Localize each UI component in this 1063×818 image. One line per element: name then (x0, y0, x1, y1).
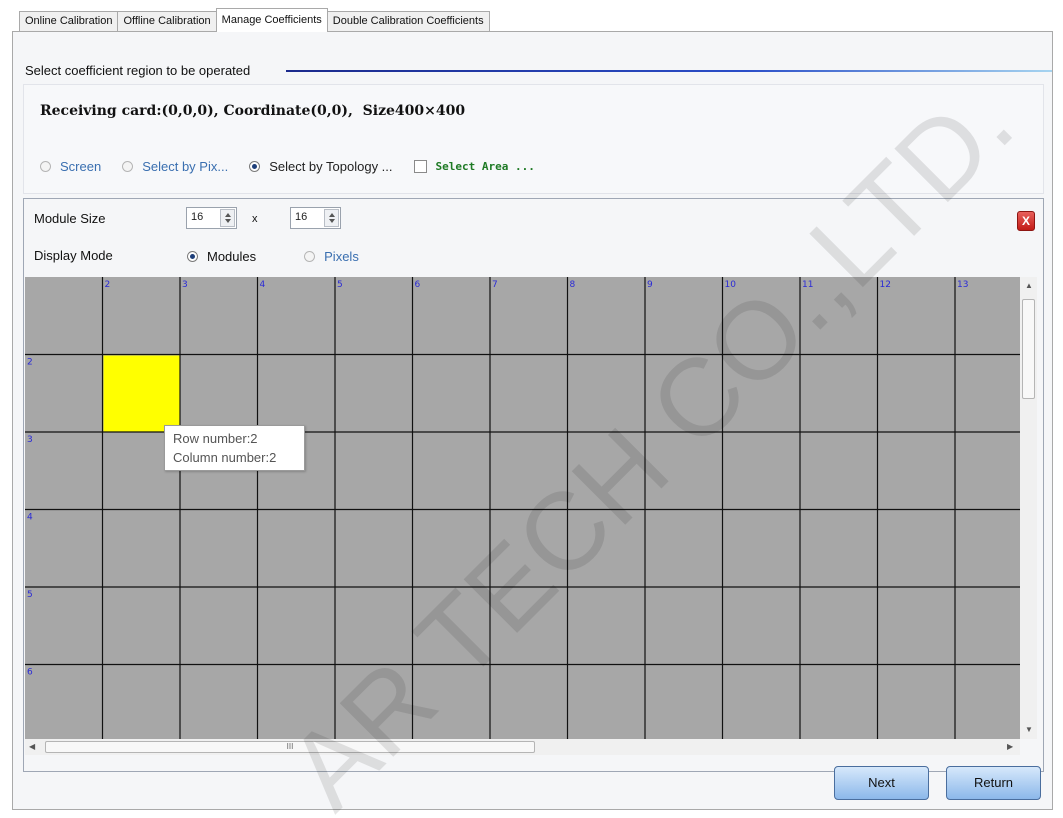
pixels-radio-label[interactable]: Pixels (324, 249, 359, 264)
column-number-label: 3 (182, 280, 188, 290)
select-by-topology-label[interactable]: Select by Topology ... (269, 159, 392, 174)
row-number-label: 2 (27, 358, 33, 368)
column-number-label: 11 (802, 280, 813, 290)
scroll-left-icon[interactable]: ◀ (29, 742, 35, 751)
next-button[interactable]: Next (834, 766, 929, 800)
module-height-spin-arrows[interactable] (324, 209, 339, 227)
return-button[interactable]: Return (946, 766, 1041, 800)
horizontal-scrollbar[interactable]: ◀ III ▶ (25, 739, 1020, 755)
column-number-label: 12 (880, 280, 891, 290)
tab-offline-calibration[interactable]: Offline Calibration (117, 11, 217, 32)
select-by-topology-radio[interactable] (249, 161, 261, 172)
column-number-label: 13 (957, 280, 968, 290)
select-area-checkbox[interactable] (413, 160, 427, 173)
module-height-value: 16 (295, 211, 308, 223)
tab-manage-coefficients[interactable]: Manage Coefficients (215, 8, 328, 32)
column-number-label: 4 (260, 280, 266, 290)
column-number-label: 9 (647, 280, 653, 290)
display-mode-label: Display Mode (34, 248, 113, 263)
scroll-right-icon[interactable]: ▶ (1007, 742, 1013, 751)
modules-radio[interactable] (187, 251, 198, 262)
tooltip-row-number: Row number:2 (173, 431, 258, 446)
selection-mode-row: Screen Select by Pix... Select by Topolo… (40, 159, 535, 174)
column-number-label: 5 (337, 280, 343, 290)
modules-radio-label[interactable]: Modules (207, 249, 256, 264)
vertical-scrollbar[interactable]: ▲ ▼ (1020, 277, 1037, 739)
pixels-radio[interactable] (304, 251, 316, 262)
receiving-card-info: Receiving card:(0,0,0), Coordinate(0,0),… (40, 103, 466, 119)
screen-radio-label[interactable]: Screen (60, 159, 101, 174)
horizontal-scroll-thumb[interactable]: III (45, 741, 535, 753)
module-size-separator: x (252, 213, 258, 225)
select-area-label[interactable]: Select Area ... (436, 160, 535, 173)
section-title: Select coefficient region to be operated (25, 63, 251, 78)
screen-radio[interactable] (40, 161, 51, 172)
section-divider (286, 70, 1052, 72)
selected-module-cell[interactable] (103, 355, 181, 433)
module-width-spin-arrows[interactable] (220, 209, 235, 227)
cell-tooltip: Row number:2 Column number:2 (164, 425, 305, 471)
module-width-value: 16 (191, 211, 204, 223)
column-number-label: 6 (415, 280, 421, 290)
module-grid[interactable]: 2 3 4 5 6 7 8 9 10 11 12 13 2 3 4 5 6 (25, 277, 1021, 739)
scroll-down-icon[interactable]: ▼ (1025, 725, 1033, 734)
column-number-label: 7 (492, 280, 498, 290)
tab-double-calibration-coefficients[interactable]: Double Calibration Coefficients (326, 11, 490, 32)
tab-online-calibration[interactable]: Online Calibration (19, 11, 119, 32)
row-number-label: 4 (27, 513, 33, 523)
region-info-box: Receiving card:(0,0,0), Coordinate(0,0),… (23, 84, 1044, 194)
close-button[interactable]: X (1017, 211, 1035, 231)
column-number-label: 2 (105, 280, 111, 290)
scroll-up-icon[interactable]: ▲ (1025, 281, 1033, 290)
vertical-scroll-thumb[interactable] (1022, 299, 1035, 399)
select-by-pixel-label[interactable]: Select by Pix... (142, 159, 228, 174)
module-size-label: Module Size (34, 211, 106, 226)
module-width-stepper[interactable]: 16 (186, 207, 237, 229)
select-by-pixel-radio[interactable] (122, 161, 134, 172)
module-height-stepper[interactable]: 16 (290, 207, 341, 229)
row-number-label: 5 (27, 590, 33, 600)
grid-background (25, 277, 1021, 739)
display-mode-options: Modules Pixels (187, 249, 359, 264)
column-number-label: 10 (725, 280, 737, 290)
tab-bar: Online Calibration Offline Calibration M… (19, 8, 490, 32)
column-number-label: 8 (570, 280, 576, 290)
tooltip-column-number: Column number:2 (173, 450, 277, 465)
row-number-label: 6 (27, 668, 33, 678)
row-number-label: 3 (27, 435, 33, 445)
